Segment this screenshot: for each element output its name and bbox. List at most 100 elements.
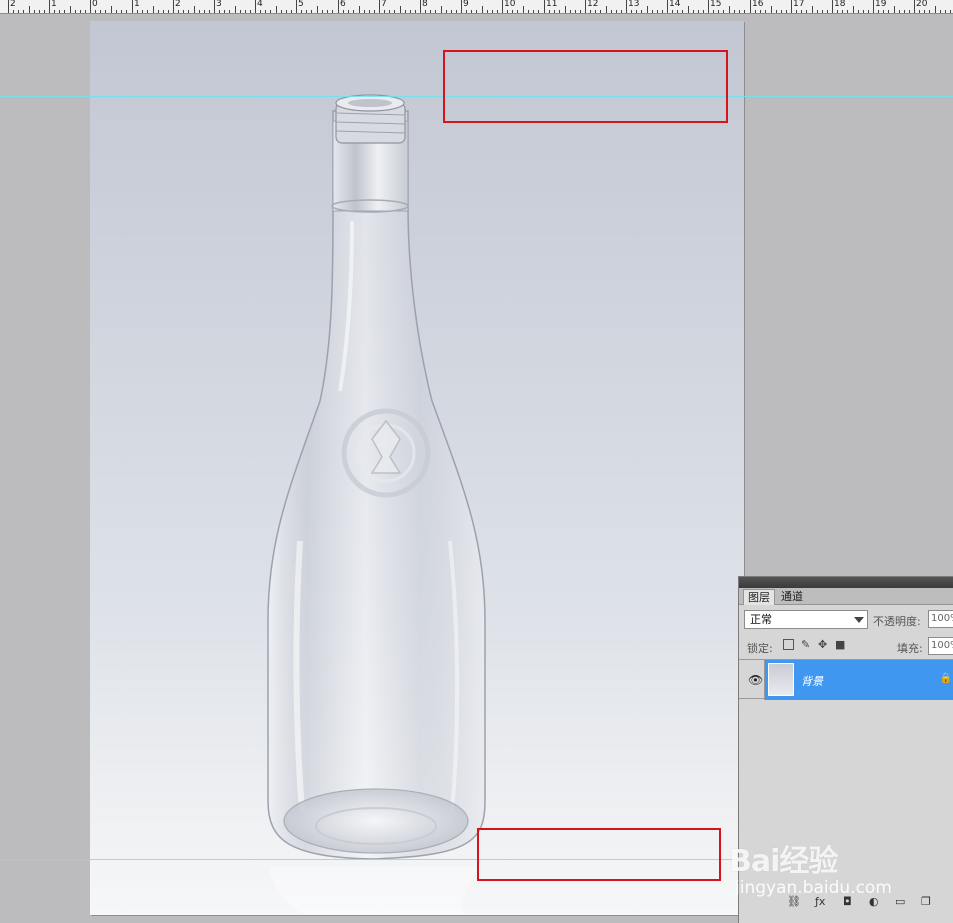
ruler-minor-tick xyxy=(95,10,96,13)
ruler-minor-tick xyxy=(765,10,766,13)
ruler-minor-tick xyxy=(929,10,930,13)
ruler-minor-tick xyxy=(121,10,122,13)
layer-name: 背景 xyxy=(801,675,823,688)
ruler-minor-tick xyxy=(410,10,411,13)
document-canvas[interactable] xyxy=(90,21,744,915)
lock-label: 锁定: xyxy=(747,642,773,655)
ruler-major-tick xyxy=(8,0,9,13)
opacity-input[interactable]: 100% xyxy=(928,610,953,628)
ruler-minor-tick xyxy=(734,10,735,13)
ruler-tick-label: 2 xyxy=(175,0,181,9)
ruler-minor-tick xyxy=(291,10,292,13)
ruler-tick-label: 7 xyxy=(381,0,387,9)
ruler-minor-tick xyxy=(400,6,401,13)
ruler-major-tick xyxy=(461,0,462,13)
ruler-minor-tick xyxy=(919,10,920,13)
ruler-minor-tick xyxy=(70,6,71,13)
ruler-minor-tick xyxy=(301,10,302,13)
ruler-tick-label: 16 xyxy=(752,0,764,9)
ruler-minor-tick xyxy=(580,10,581,13)
ruler-minor-tick xyxy=(575,10,576,13)
ruler-minor-tick xyxy=(771,6,772,13)
ruler-major-tick xyxy=(750,0,751,13)
new-layer-icon[interactable]: ❐ xyxy=(921,895,931,908)
ruler-minor-tick xyxy=(13,10,14,13)
panel-title-bar[interactable] xyxy=(739,577,953,588)
ruler-minor-tick xyxy=(703,10,704,13)
ruler-tick-label: 15 xyxy=(710,0,722,9)
ruler-minor-tick xyxy=(924,10,925,13)
tab-channels[interactable]: 通道 xyxy=(777,589,807,605)
ruler-tick-label: 20 xyxy=(916,0,928,9)
lock-brush-icon[interactable]: ✎ xyxy=(801,639,812,650)
ruler-major-tick xyxy=(338,0,339,13)
opacity-label: 不透明度: xyxy=(873,615,921,628)
ruler-minor-tick xyxy=(311,10,312,13)
lock-all-icon[interactable]: ■ xyxy=(835,639,846,650)
tab-layers[interactable]: 图层 xyxy=(743,589,775,605)
eye-icon: 👁 xyxy=(748,673,764,687)
layer-row[interactable]: 👁 背景 🔒 xyxy=(739,659,953,700)
ruler-minor-tick xyxy=(327,10,328,13)
ruler-minor-tick xyxy=(523,6,524,13)
ruler-major-tick xyxy=(791,0,792,13)
ruler-minor-tick xyxy=(945,10,946,13)
highlight-box-top xyxy=(443,50,728,123)
blend-mode-select[interactable]: 正常 xyxy=(744,610,868,629)
ruler-minor-tick xyxy=(281,10,282,13)
lock-transparent-icon[interactable] xyxy=(783,639,794,650)
ruler-minor-tick xyxy=(677,10,678,13)
ruler-minor-tick xyxy=(950,10,951,13)
ruler-minor-tick xyxy=(188,10,189,13)
ruler-minor-tick xyxy=(111,6,112,13)
ruler-minor-tick xyxy=(837,10,838,13)
ruler-minor-tick xyxy=(394,10,395,13)
ruler-minor-tick xyxy=(899,10,900,13)
ruler-minor-tick xyxy=(199,10,200,13)
blend-mode-value: 正常 xyxy=(750,613,772,626)
ruler-minor-tick xyxy=(647,6,648,13)
ruler-minor-tick xyxy=(492,10,493,13)
ruler-minor-tick xyxy=(456,10,457,13)
ruler-tick-label: 6 xyxy=(340,0,346,9)
ruler-minor-tick xyxy=(229,10,230,13)
fill-label: 填充: xyxy=(897,642,923,655)
add-mask-icon[interactable]: ◘ xyxy=(843,895,852,908)
ruler-minor-tick xyxy=(137,10,138,13)
layer-visibility-toggle[interactable]: 👁 xyxy=(743,660,765,700)
ruler-minor-tick xyxy=(142,10,143,13)
ruler-minor-tick xyxy=(147,10,148,13)
ruler-major-tick xyxy=(585,0,586,13)
ruler-minor-tick xyxy=(306,10,307,13)
fx-icon[interactable]: ƒx xyxy=(815,895,825,908)
adjustment-layer-icon[interactable]: ◐ xyxy=(869,895,879,908)
link-layers-icon[interactable]: ⛓ xyxy=(787,895,801,908)
ruler-minor-tick xyxy=(286,10,287,13)
ruler-major-tick xyxy=(667,0,668,13)
ruler-minor-tick xyxy=(204,10,205,13)
ruler-minor-tick xyxy=(512,10,513,13)
ruler-major-tick xyxy=(255,0,256,13)
ruler-tick-label: 2 xyxy=(10,0,16,9)
ruler-tick-label: 1 xyxy=(51,0,57,9)
ruler-minor-tick xyxy=(219,10,220,13)
ruler-minor-tick xyxy=(611,10,612,13)
ruler-minor-tick xyxy=(517,10,518,13)
ruler-minor-tick xyxy=(100,10,101,13)
lock-move-icon[interactable]: ✥ xyxy=(818,639,829,650)
layer-selection[interactable]: 背景 🔒 xyxy=(765,660,953,700)
horizontal-ruler[interactable]: 2 1 0 1 2 3 4 5 6 7 8 9 10 11 12 13 14 15 16 17 18 19 20 xyxy=(0,0,953,14)
ruler-minor-tick xyxy=(600,10,601,13)
ruler-minor-tick xyxy=(652,10,653,13)
fill-input[interactable]: 100% xyxy=(928,637,953,655)
ruler-minor-tick xyxy=(817,10,818,13)
ruler-minor-tick xyxy=(806,10,807,13)
ruler-major-tick xyxy=(173,0,174,13)
ruler-minor-tick xyxy=(126,10,127,13)
ruler-minor-tick xyxy=(868,10,869,13)
ruler-tick-label: 9 xyxy=(463,0,469,9)
new-group-icon[interactable]: ▭ xyxy=(895,895,905,908)
ruler-tick-label: 19 xyxy=(875,0,887,9)
ruler-minor-tick xyxy=(812,6,813,13)
ruler-minor-tick xyxy=(260,10,261,13)
